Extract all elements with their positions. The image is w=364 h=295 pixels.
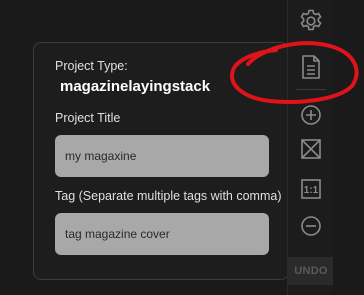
undo-button[interactable]: UNDO — [288, 257, 334, 285]
document-icon — [302, 55, 320, 79]
zoom-out-icon — [301, 216, 321, 236]
settings-button[interactable] — [288, 6, 334, 36]
actual-size-icon: 1:1 — [301, 179, 321, 199]
right-toolbar: 1:1 UNDO — [287, 0, 334, 295]
fit-screen-button[interactable] — [288, 137, 334, 161]
zoom-out-button[interactable] — [288, 214, 334, 238]
toolbar-divider — [296, 89, 326, 90]
project-type-value: magazinelayingstack — [60, 78, 211, 95]
tag-label: Tag (Separate multiple tags with comma) — [55, 189, 282, 203]
project-title-label: Project Title — [55, 111, 121, 125]
right-margin — [333, 0, 364, 295]
actual-size-button[interactable]: 1:1 — [288, 177, 334, 201]
zoom-in-icon — [301, 105, 321, 125]
actual-size-label: 1:1 — [304, 185, 319, 196]
project-title-input[interactable] — [55, 135, 269, 177]
gear-icon — [300, 9, 322, 31]
tag-input[interactable] — [55, 213, 269, 255]
fit-screen-icon — [301, 139, 321, 159]
zoom-in-button[interactable] — [288, 103, 334, 127]
project-properties-panel: Project Type: magazinelayingstack Projec… — [33, 42, 289, 280]
project-info-button[interactable] — [288, 52, 334, 82]
project-type-label: Project Type: — [55, 59, 128, 73]
